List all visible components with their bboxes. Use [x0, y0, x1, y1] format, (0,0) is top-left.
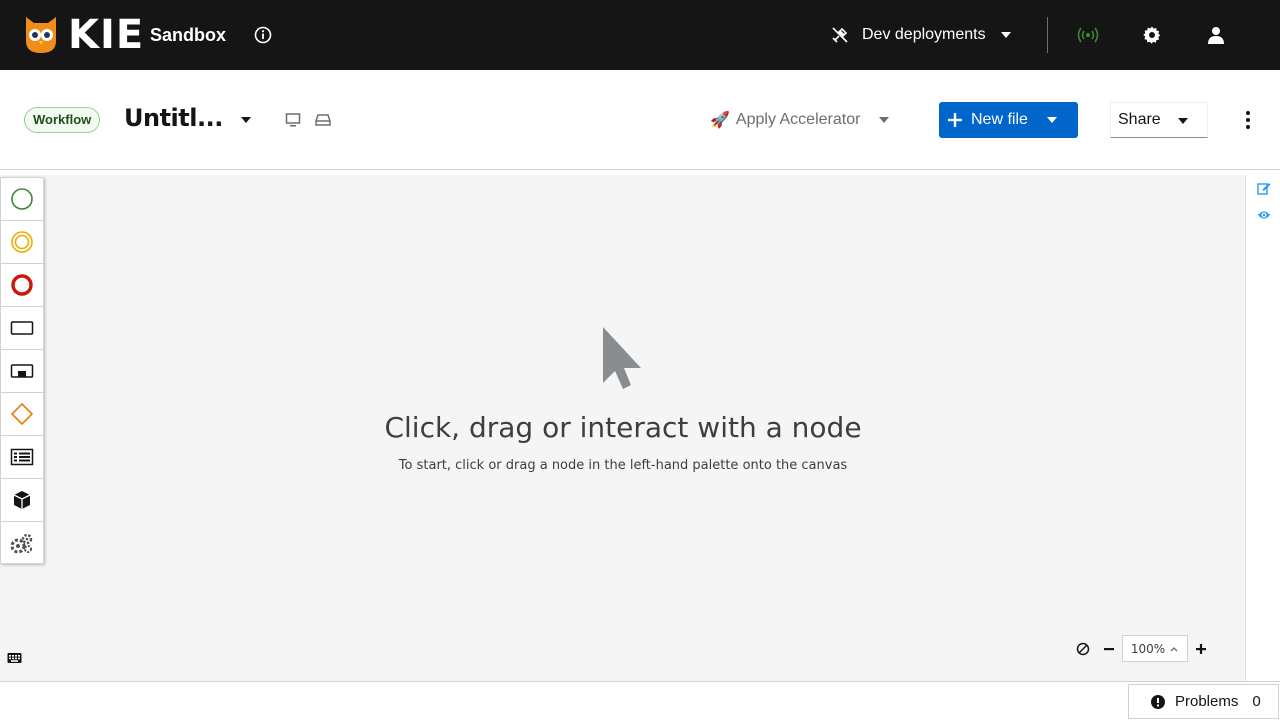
palette-end-events[interactable]	[1, 264, 43, 307]
brand-kie: KIE	[68, 12, 145, 58]
zoom-out-button[interactable]	[1096, 635, 1122, 662]
desktop-icon[interactable]	[285, 112, 301, 128]
task-icon	[10, 321, 34, 335]
zoom-controls: 100%	[1070, 635, 1214, 662]
file-menu-caret-icon[interactable]	[238, 112, 254, 128]
status-bar	[0, 681, 1280, 720]
subprocess-icon	[10, 364, 34, 378]
exclamation-circle-icon	[1151, 694, 1165, 709]
service-tasks-icon	[10, 533, 33, 553]
gear-icon[interactable]	[1141, 24, 1163, 46]
zoom-level-value: 100%	[1130, 641, 1166, 656]
custom-task-icon	[13, 491, 31, 509]
apply-accelerator-dropdown[interactable]: 🚀 Apply Accelerator	[710, 107, 890, 133]
caret-down-icon	[879, 117, 890, 123]
broadcast-icon[interactable]	[1077, 24, 1099, 46]
reset-zoom-icon[interactable]	[1070, 635, 1096, 662]
caret-up-icon	[1170, 646, 1178, 651]
caret-down-icon	[1000, 32, 1011, 38]
eye-icon[interactable]	[1257, 208, 1271, 222]
palette-gateways[interactable]	[1, 393, 43, 436]
apply-accelerator-label: Apply Accelerator	[735, 111, 861, 128]
problems-label: Problems	[1175, 693, 1239, 710]
caret-down-icon[interactable]	[1046, 112, 1058, 128]
start-event-icon	[11, 188, 33, 210]
palette-subprocesses[interactable]	[1, 350, 43, 393]
palette-intermediate-events[interactable]	[1, 221, 43, 264]
problems-count: 0	[1252, 693, 1261, 710]
gateway-icon	[10, 402, 34, 426]
dev-deployments-dropdown[interactable]: Dev deployments	[830, 22, 1012, 48]
minus-icon	[1104, 647, 1114, 650]
user-icon[interactable]	[1205, 24, 1227, 46]
keyboard-shortcuts-icon[interactable]	[7, 652, 22, 664]
intermediate-event-icon	[11, 231, 33, 253]
rocket-icon: 🚀	[710, 112, 730, 129]
storage-drive-icon[interactable]	[315, 112, 331, 128]
workflow-badge: Workflow	[24, 107, 101, 133]
plug-off-icon	[832, 27, 848, 43]
edit-properties-icon[interactable]	[1257, 181, 1271, 195]
masthead-divider	[1047, 17, 1048, 53]
file-name[interactable]: Untitl...	[124, 104, 223, 132]
empty-state-title: Click, drag or interact with a node	[384, 411, 862, 444]
palette-custom-tasks[interactable]	[1, 479, 43, 522]
palette-data-objects[interactable]	[1, 436, 43, 479]
empty-state-subtitle: To start, click or drag a node in the le…	[398, 458, 848, 473]
palette-tasks[interactable]	[1, 307, 43, 350]
dev-deployments-label: Dev deployments	[862, 26, 986, 43]
product-title: Sandbox	[150, 25, 227, 45]
new-file-button[interactable]: New file	[939, 102, 1078, 138]
empty-state: Click, drag or interact with a node To s…	[311, 325, 935, 473]
problems-toggle[interactable]: Problems 0	[1128, 684, 1279, 719]
data-object-icon	[10, 448, 34, 466]
pointer-cursor-icon	[603, 327, 641, 389]
properties-strip	[1245, 175, 1280, 681]
zoom-in-button[interactable]	[1188, 635, 1214, 662]
palette-start-events[interactable]	[1, 178, 43, 221]
plus-icon	[948, 113, 962, 127]
caret-down-icon	[1178, 118, 1188, 124]
end-event-icon	[11, 274, 33, 296]
zoom-level-select[interactable]: 100%	[1122, 635, 1188, 662]
share-dropdown[interactable]: Share	[1110, 102, 1208, 138]
masthead: KIE Sandbox Dev deployments	[0, 0, 1280, 70]
share-label: Share	[1118, 111, 1161, 128]
new-file-label: New file	[971, 111, 1028, 128]
info-icon[interactable]	[254, 26, 272, 44]
palette-service-tasks[interactable]	[1, 522, 43, 565]
node-palette	[0, 177, 44, 564]
plus-icon	[1196, 643, 1206, 654]
kebab-menu-icon[interactable]	[1238, 108, 1258, 132]
